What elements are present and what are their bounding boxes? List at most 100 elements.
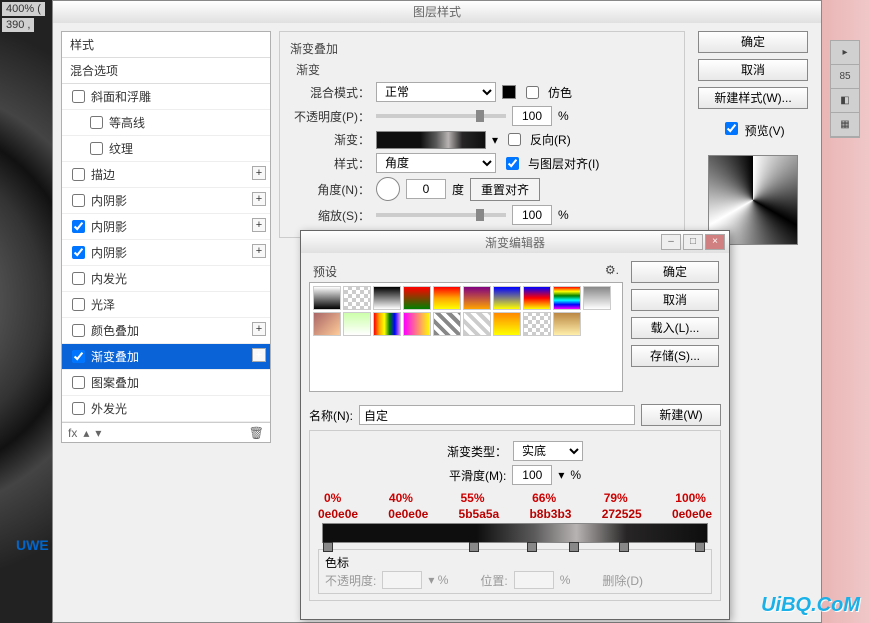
preset-swatch[interactable] bbox=[313, 286, 341, 310]
ok-button[interactable]: 确定 bbox=[698, 31, 808, 53]
preset-swatch[interactable] bbox=[373, 312, 401, 336]
tool-icon[interactable]: ▦ bbox=[831, 113, 859, 137]
style-select[interactable]: 角度 bbox=[376, 153, 496, 173]
style-item[interactable]: 颜色叠加+ bbox=[62, 318, 270, 344]
style-checkbox[interactable] bbox=[72, 194, 85, 207]
preview-checkbox[interactable] bbox=[725, 122, 738, 135]
color-stop[interactable] bbox=[323, 542, 333, 552]
opacity-input[interactable] bbox=[512, 106, 552, 126]
add-effect-icon[interactable]: + bbox=[252, 322, 266, 336]
color-stop[interactable] bbox=[619, 542, 629, 552]
add-effect-icon[interactable]: + bbox=[252, 244, 266, 258]
tool-icon[interactable]: 85 bbox=[831, 65, 859, 89]
add-effect-icon[interactable]: + bbox=[252, 166, 266, 180]
dither-checkbox[interactable] bbox=[526, 86, 539, 99]
dropdown-icon[interactable]: ▾ bbox=[492, 133, 498, 147]
style-checkbox[interactable] bbox=[72, 376, 85, 389]
new-style-button[interactable]: 新建样式(W)... bbox=[698, 87, 808, 109]
name-input[interactable] bbox=[359, 405, 635, 425]
opacity-slider[interactable] bbox=[376, 114, 506, 118]
style-checkbox[interactable] bbox=[90, 142, 103, 155]
scale-slider[interactable] bbox=[376, 213, 506, 217]
preset-swatch[interactable] bbox=[583, 286, 611, 310]
ge-ok-button[interactable]: 确定 bbox=[631, 261, 719, 283]
arrow-down-icon[interactable]: ▾ bbox=[95, 426, 101, 440]
trash-icon[interactable]: 🗑 bbox=[249, 426, 264, 440]
style-item[interactable]: 纹理 bbox=[62, 136, 270, 162]
style-item[interactable]: 内发光 bbox=[62, 266, 270, 292]
add-effect-icon[interactable]: + bbox=[252, 348, 266, 362]
gradient-bar[interactable] bbox=[322, 523, 708, 543]
color-stop[interactable] bbox=[569, 542, 579, 552]
preset-swatch[interactable] bbox=[403, 312, 431, 336]
style-item[interactable]: 内阴影+ bbox=[62, 214, 270, 240]
preset-swatch[interactable] bbox=[433, 286, 461, 310]
color-stop[interactable] bbox=[469, 542, 479, 552]
tool-icon[interactable]: ◧ bbox=[831, 89, 859, 113]
style-checkbox[interactable] bbox=[72, 168, 85, 181]
maximize-button[interactable]: □ bbox=[683, 234, 703, 250]
color-stop[interactable] bbox=[527, 542, 537, 552]
preset-swatch[interactable] bbox=[463, 312, 491, 336]
color-swatch[interactable] bbox=[502, 85, 516, 99]
style-item[interactable]: 内阴影+ bbox=[62, 240, 270, 266]
ge-cancel-button[interactable]: 取消 bbox=[631, 289, 719, 311]
style-item[interactable]: 图案叠加 bbox=[62, 370, 270, 396]
style-item[interactable]: 光泽 bbox=[62, 292, 270, 318]
fx-icon[interactable]: fx bbox=[68, 426, 77, 440]
preset-swatch[interactable] bbox=[343, 286, 371, 310]
style-item[interactable]: 描边+ bbox=[62, 162, 270, 188]
style-checkbox[interactable] bbox=[72, 272, 85, 285]
ge-save-button[interactable]: 存储(S)... bbox=[631, 345, 719, 367]
preset-swatch[interactable] bbox=[523, 312, 551, 336]
style-checkbox[interactable] bbox=[90, 116, 103, 129]
gradient-swatch[interactable] bbox=[376, 131, 486, 149]
preset-swatch[interactable] bbox=[313, 312, 341, 336]
style-checkbox[interactable] bbox=[72, 402, 85, 415]
reverse-checkbox[interactable] bbox=[508, 133, 521, 146]
preset-swatch[interactable] bbox=[403, 286, 431, 310]
style-item[interactable]: 内阴影+ bbox=[62, 188, 270, 214]
style-checkbox[interactable] bbox=[72, 246, 85, 259]
style-checkbox[interactable] bbox=[72, 324, 85, 337]
style-checkbox[interactable] bbox=[72, 220, 85, 233]
blend-options-header[interactable]: 混合选项 bbox=[62, 58, 270, 84]
style-checkbox[interactable] bbox=[72, 90, 85, 103]
preset-swatch[interactable] bbox=[463, 286, 491, 310]
style-checkbox[interactable] bbox=[72, 298, 85, 311]
preset-swatch[interactable] bbox=[493, 312, 521, 336]
style-item[interactable]: 斜面和浮雕 bbox=[62, 84, 270, 110]
ge-load-button[interactable]: 载入(L)... bbox=[631, 317, 719, 339]
angle-input[interactable] bbox=[406, 179, 446, 199]
gear-icon[interactable]: ⚙. bbox=[605, 263, 619, 280]
preset-grid[interactable] bbox=[309, 282, 623, 392]
preset-swatch[interactable] bbox=[553, 312, 581, 336]
blend-mode-select[interactable]: 正常 bbox=[376, 82, 496, 102]
preset-swatch[interactable] bbox=[373, 286, 401, 310]
style-item[interactable]: 外发光 bbox=[62, 396, 270, 422]
close-button[interactable]: × bbox=[705, 234, 725, 250]
align-checkbox[interactable] bbox=[506, 157, 519, 170]
minimize-button[interactable]: – bbox=[661, 234, 681, 250]
preset-swatch[interactable] bbox=[433, 312, 461, 336]
preset-swatch[interactable] bbox=[493, 286, 521, 310]
add-effect-icon[interactable]: + bbox=[252, 192, 266, 206]
style-item[interactable]: 渐变叠加+ bbox=[62, 344, 270, 370]
color-stop[interactable] bbox=[695, 542, 705, 552]
preset-swatch[interactable] bbox=[343, 312, 371, 336]
scale-input[interactable] bbox=[512, 205, 552, 225]
style-item[interactable]: 等高线 bbox=[62, 110, 270, 136]
tool-icon[interactable]: ▸ bbox=[831, 41, 859, 65]
smoothness-input[interactable] bbox=[512, 465, 552, 485]
preset-swatch[interactable] bbox=[523, 286, 551, 310]
new-gradient-button[interactable]: 新建(W) bbox=[641, 404, 721, 426]
add-effect-icon[interactable]: + bbox=[252, 218, 266, 232]
dropdown-icon[interactable]: ▾ bbox=[558, 468, 564, 482]
arrow-up-icon[interactable]: ▴ bbox=[83, 426, 89, 440]
reset-align-button[interactable]: 重置对齐 bbox=[470, 178, 540, 201]
styles-header[interactable]: 样式 bbox=[62, 32, 270, 58]
grad-type-select[interactable]: 实底 bbox=[513, 441, 583, 461]
angle-dial[interactable] bbox=[376, 177, 400, 201]
style-checkbox[interactable] bbox=[72, 350, 85, 363]
cancel-button[interactable]: 取消 bbox=[698, 59, 808, 81]
